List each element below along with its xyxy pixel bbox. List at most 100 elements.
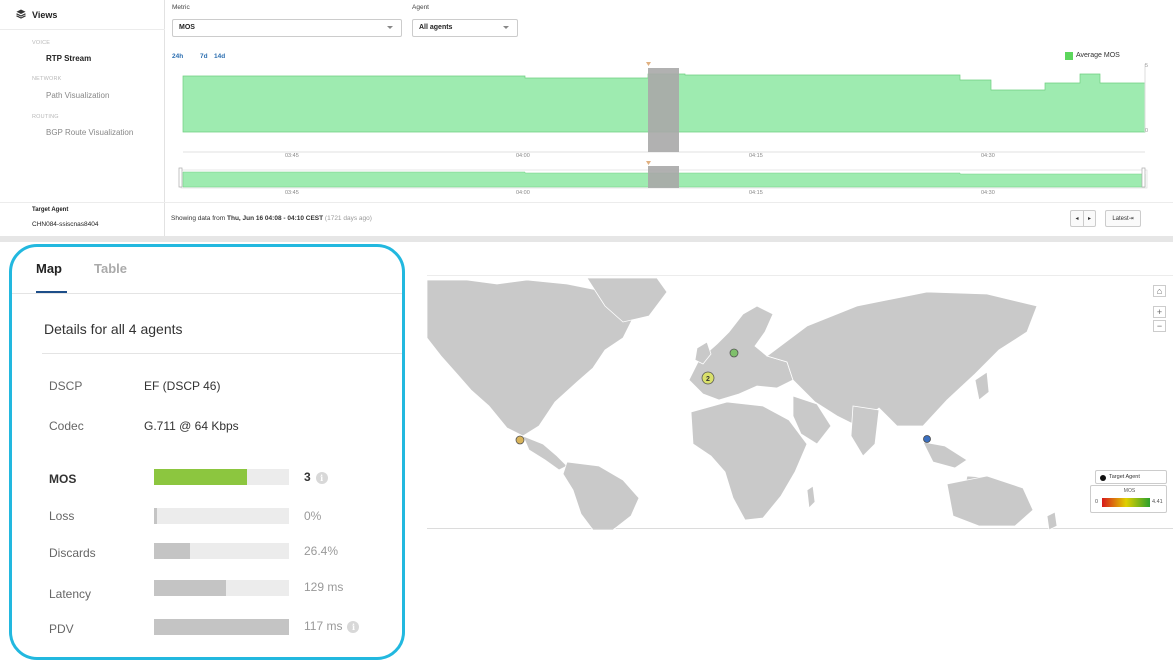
section-divider [0, 236, 1173, 242]
status-ago: (1721 days ago) [324, 215, 372, 222]
agent-select-value: All agents [419, 24, 453, 31]
selection-marker-icon [646, 62, 651, 66]
agent-select[interactable]: All agents [412, 19, 518, 37]
status-range: Thu, Jun 16 04:08 - 04:10 CEST [227, 215, 324, 222]
range-24h-link[interactable]: 24h [172, 53, 183, 60]
metric-mos-fill [154, 469, 248, 485]
metric-discards-fill [154, 543, 191, 559]
target-dot-icon [1100, 475, 1106, 481]
details-title: Details for all 4 agents [44, 321, 183, 337]
metric-latency-bar [154, 580, 289, 596]
metric-discards-value: 26.4% [304, 544, 339, 558]
target-agent-value: CHN084-ssiscnas8404 [32, 221, 99, 228]
map-container[interactable]: 2 [426, 275, 1173, 531]
sidebar-item-path-visualization[interactable]: Path Visualization [46, 91, 109, 100]
metric-latency-label: Latency [49, 587, 92, 601]
sidebar-title: Views [32, 10, 58, 20]
mos-legend-min: 0 [1095, 499, 1099, 505]
world-map[interactable]: 2 [426, 276, 1173, 531]
navigator-right-handle[interactable] [1141, 167, 1146, 188]
latest-button[interactable]: Latest⇥ [1105, 210, 1141, 227]
next-button[interactable]: ▸ [1083, 210, 1096, 227]
agent-marker-sweden[interactable] [729, 348, 739, 358]
metric-latency-fill [154, 580, 226, 596]
home-icon[interactable]: ⌂ [1153, 285, 1166, 297]
legend-target-agent: Target Agent [1109, 474, 1140, 480]
metric-label: Metric [172, 4, 190, 11]
divider [0, 202, 165, 203]
y-min-label: 0 [1145, 128, 1149, 134]
navigator-window[interactable] [648, 166, 679, 188]
mini-x-tick-label: 03:45 [285, 190, 299, 196]
layers-icon [16, 9, 26, 19]
legend-swatch [1065, 52, 1073, 60]
mos-legend: MOS 0 4.41 [1090, 485, 1167, 513]
section-label-routing: ROUTING [32, 114, 59, 120]
zoom-in-button[interactable]: + [1153, 306, 1166, 318]
sidebar-item-bgp-route-visualization[interactable]: BGP Route Visualization [46, 128, 133, 137]
chevron-down-icon [503, 26, 509, 29]
mos-legend-max: 4.41 [1152, 499, 1163, 505]
views-sidebar: Views VOICE RTP Stream NETWORK Path Visu… [0, 0, 165, 236]
legend-average-mos: Average MOS [1076, 52, 1120, 59]
target-agent-legend: Target Agent [1095, 470, 1167, 484]
chevron-down-icon [387, 26, 393, 29]
divider [0, 29, 165, 30]
codec-label: Codec [49, 419, 84, 433]
info-icon[interactable]: i [315, 471, 328, 484]
metric-loss-value: 0% [304, 509, 322, 523]
agent-marker-texas[interactable] [515, 435, 525, 445]
range-7d-link[interactable]: 7d [200, 53, 208, 60]
target-agent-label: Target Agent [32, 207, 69, 213]
status-text: Showing data from Thu, Jun 16 04:08 - 04… [171, 215, 372, 222]
land-masses [426, 277, 1058, 531]
section-label-voice: VOICE [32, 40, 51, 46]
metric-pdv-value: 117 ms [304, 619, 343, 633]
prev-button[interactable]: ◂ [1070, 210, 1083, 227]
cluster-count: 2 [706, 376, 710, 383]
range-14d-link[interactable]: 14d [214, 53, 225, 60]
active-tab-indicator [36, 291, 67, 293]
metric-select-value: MOS [179, 24, 195, 31]
status-prefix: Showing data from [171, 215, 226, 222]
mini-x-tick-label: 04:00 [516, 190, 530, 196]
metric-pdv-fill [154, 619, 289, 635]
metric-discards-bar [154, 543, 289, 559]
mini-x-tick-label: 04:30 [981, 190, 995, 196]
navigator-marker-icon [646, 161, 651, 165]
x-tick-label: 03:45 [285, 153, 299, 159]
dscp-value: EF (DSCP 46) [144, 379, 221, 393]
metric-mos-value: 3 [304, 470, 311, 484]
codec-value: G.711 @ 64 Kbps [144, 419, 239, 433]
metric-loss-bar [154, 508, 289, 524]
tab-map[interactable]: Map [36, 261, 62, 276]
sidebar-item-rtp-stream[interactable]: RTP Stream [46, 54, 91, 63]
tab-table[interactable]: Table [94, 261, 127, 276]
mos-gradient-bar [1102, 498, 1150, 507]
target-agent-marker[interactable] [923, 435, 931, 443]
y-max-label: 5 [1145, 63, 1149, 69]
x-tick-label: 04:00 [516, 153, 530, 159]
divider [165, 202, 1173, 203]
x-tick-label: 04:15 [749, 153, 763, 159]
info-icon[interactable]: i [347, 620, 360, 633]
section-label-network: NETWORK [32, 76, 62, 82]
metric-select[interactable]: MOS [172, 19, 402, 37]
dscp-label: DSCP [49, 379, 83, 393]
metric-mos-value-wrap: 3i [304, 470, 328, 484]
details-panel: Map Table Details for all 4 agents DSCP … [9, 244, 405, 660]
x-tick-label: 04:30 [981, 153, 995, 159]
metric-loss-label: Loss [49, 509, 75, 523]
mini-x-tick-label: 04:15 [749, 190, 763, 196]
navigator-left-handle[interactable] [178, 167, 183, 188]
zoom-out-button[interactable]: − [1153, 320, 1166, 332]
metric-latency-value: 129 ms [304, 580, 344, 594]
timeline-navigator[interactable] [165, 160, 1173, 190]
selection-window[interactable] [648, 68, 679, 152]
metric-pdv-bar [154, 619, 289, 635]
metric-pdv-label: PDV [49, 622, 74, 636]
metric-loss-fill [154, 508, 157, 524]
status-bar: Showing data from Thu, Jun 16 04:08 - 04… [165, 202, 1173, 236]
divider [42, 353, 402, 354]
metric-mos-bar [154, 469, 289, 485]
